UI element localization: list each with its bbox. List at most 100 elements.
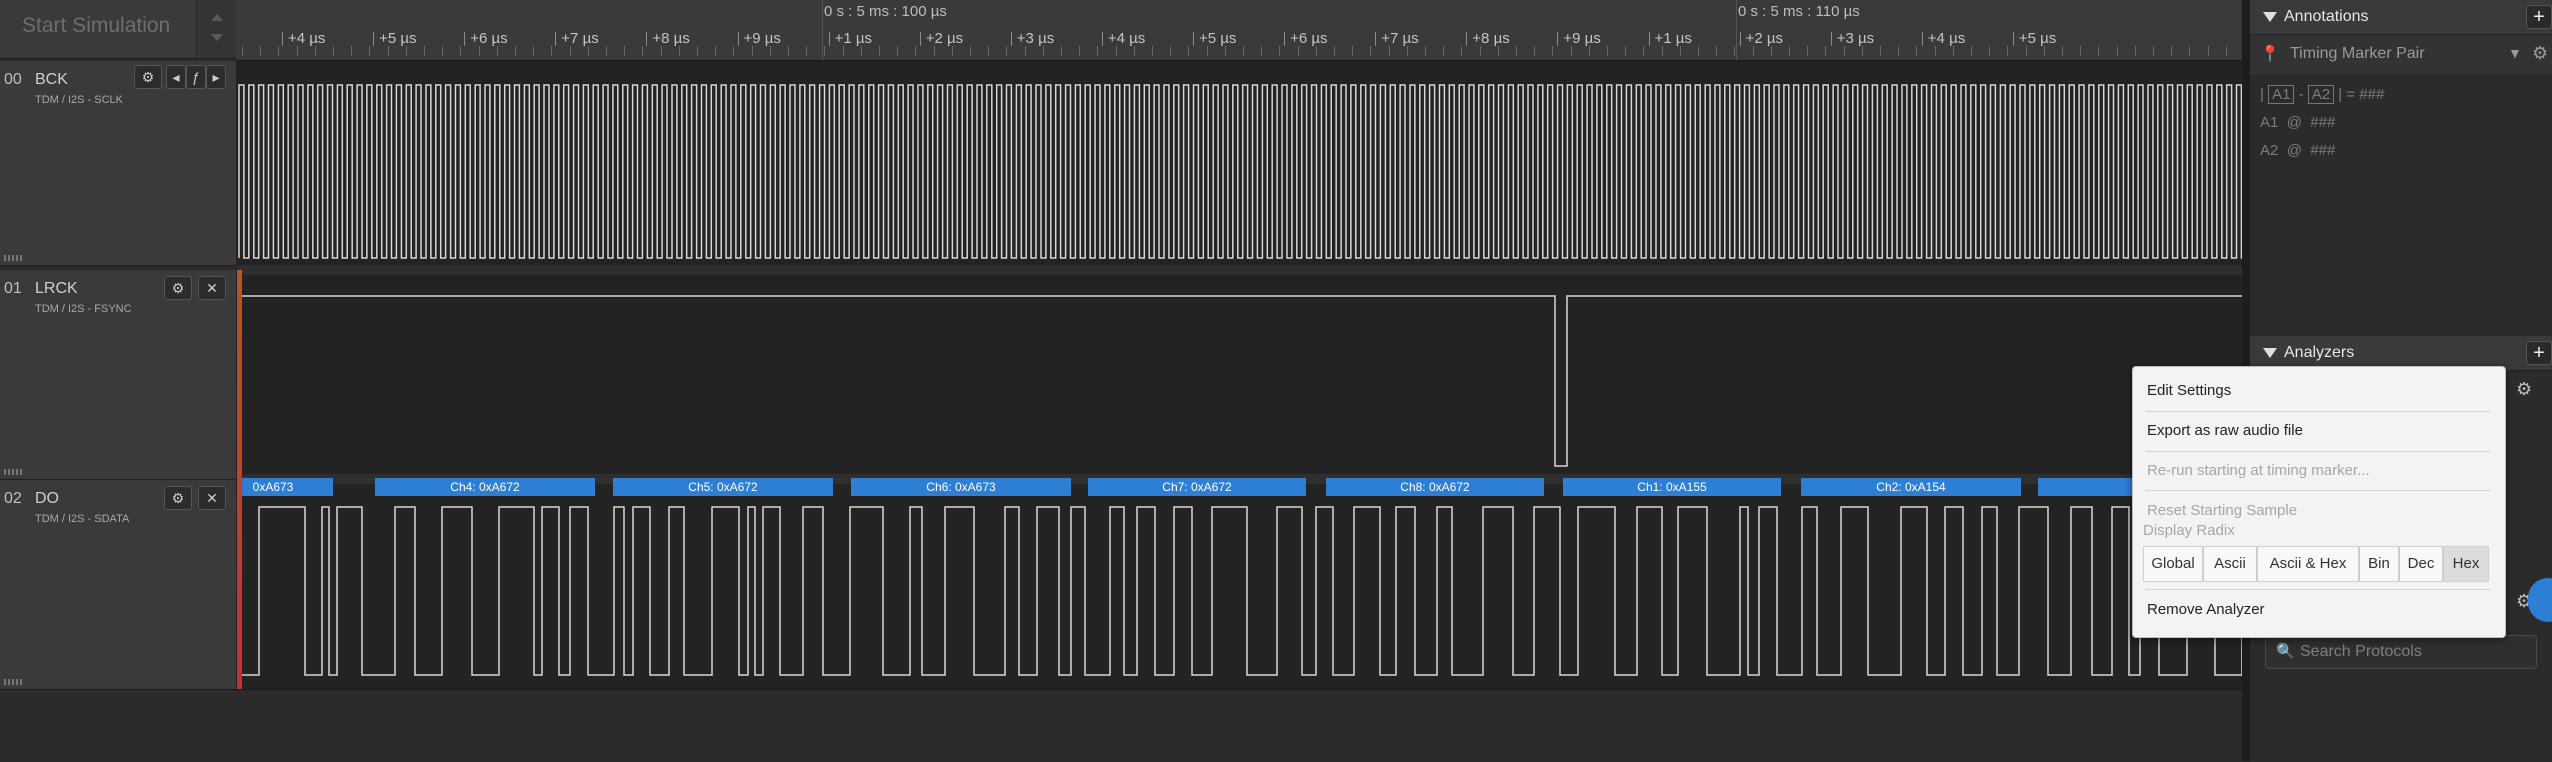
radix-bin-button[interactable]: Bin: [2359, 546, 2399, 582]
analyzer-frame[interactable]: Ch7: 0xA672: [1088, 478, 1306, 496]
add-analyzer-button[interactable]: +: [2526, 341, 2552, 365]
ruler-tick-label: +5 µs: [373, 30, 417, 47]
analyzer-frame[interactable]: Ch2: 0xA154: [1801, 478, 2021, 496]
dropdown-triangle-icon[interactable]: ▼: [2508, 45, 2522, 61]
ruler-tick-label: +8 µs: [1466, 30, 1510, 47]
annotations-header[interactable]: Annotations +: [2250, 0, 2552, 35]
a1-row: A1 @ ###: [2260, 114, 2335, 131]
analyzer-frame[interactable]: Ch6: 0xA673: [851, 478, 1071, 496]
radix-global-button[interactable]: Global: [2143, 546, 2203, 582]
search-placeholder: Search Protocols: [2300, 643, 2422, 660]
channel-header-lrck[interactable]: 01 LRCK TDM / I2S - FSYNC ⚙ ✕: [0, 270, 237, 480]
a2-row: A2 @ ###: [2260, 142, 2335, 159]
ruler-tick-label: +5 µs: [2012, 30, 2057, 47]
gear-icon[interactable]: ⚙: [2516, 379, 2532, 400]
menu-export-raw-audio[interactable]: Export as raw audio file: [2147, 422, 2303, 439]
channel-name: BCK: [35, 71, 68, 88]
collapse-triangle-icon[interactable]: [2263, 348, 2277, 358]
radix-ascii-hex-button[interactable]: Ascii & Hex: [2257, 546, 2359, 582]
ruler-tick-label: +4 µs: [1101, 30, 1146, 47]
analyzer-frame[interactable]: Ch5: 0xA672: [613, 478, 833, 496]
close-icon[interactable]: ✕: [198, 486, 226, 510]
display-radix-label: Display Radix: [2143, 522, 2235, 539]
menu-rerun-timing-marker: Re-run starting at timing marker...: [2147, 462, 2370, 479]
pin-icon: 📍: [2260, 46, 2280, 63]
drag-handle-icon[interactable]: [4, 255, 22, 261]
chevron-down-icon[interactable]: [211, 34, 223, 41]
a1-at: @: [2286, 114, 2302, 131]
bck-waveform: [238, 84, 2242, 259]
gear-icon[interactable]: ⚙: [2532, 43, 2548, 64]
channel-header-do[interactable]: 02 DO TDM / I2S - SDATA ⚙ ✕: [0, 480, 237, 690]
channel-number: 00: [4, 71, 22, 88]
waveform-canvas[interactable]: [237, 61, 2242, 689]
timing-marker-row[interactable]: 📍 Timing Marker Pair ▼ ⚙: [2250, 35, 2552, 76]
menu-remove-analyzer[interactable]: Remove Analyzer: [2147, 601, 2265, 618]
timing-cursor[interactable]: [237, 270, 242, 689]
chevron-up-icon[interactable]: [211, 14, 223, 21]
menu-edit-settings[interactable]: Edit Settings: [2147, 382, 2231, 399]
ruler-tick-label: +8 µs: [646, 30, 690, 47]
radix-dec-button[interactable]: Dec: [2399, 546, 2443, 582]
close-icon[interactable]: ✕: [198, 276, 226, 300]
collapse-triangle-icon[interactable]: [2263, 12, 2277, 22]
next-edge-icon[interactable]: ▸: [206, 65, 226, 89]
time-ruler[interactable]: 0 s : 5 ms : 100 µs 0 s : 5 ms : 110 µs …: [236, 0, 2242, 61]
gear-icon[interactable]: ⚙: [134, 65, 162, 89]
prev-edge-icon[interactable]: ◂: [166, 65, 186, 89]
drag-handle-icon[interactable]: [4, 469, 22, 475]
search-icon: 🔍: [2276, 643, 2295, 660]
formula-result: = ###: [2346, 86, 2385, 103]
marker-a2-badge: A2: [2307, 85, 2335, 104]
radix-ascii-button[interactable]: Ascii: [2203, 546, 2257, 582]
timing-marker-label: Timing Marker Pair: [2290, 45, 2425, 62]
a2-name: A2: [2260, 142, 2279, 159]
lrck-waveform: [239, 295, 2242, 467]
ruler-tick-label: +4 µs: [281, 30, 326, 47]
channel-number: 02: [4, 490, 22, 507]
analyzer-frames-row[interactable]: 0xA673 Ch4: 0xA672 Ch5: 0xA672 Ch6: 0xA673 C…: [237, 478, 2242, 498]
ruler-tick-label: +9 µs: [737, 30, 781, 47]
ruler-tick-label: +6 µs: [464, 30, 508, 47]
add-annotation-button[interactable]: +: [2526, 5, 2552, 29]
drag-handle-icon[interactable]: [4, 679, 22, 685]
ruler-time-label: 0 s : 5 ms : 110 µs: [1738, 3, 1860, 20]
search-protocols-input[interactable]: 🔍 Search Protocols: [2265, 635, 2537, 669]
ruler-tick-label: +1 µs: [828, 30, 873, 47]
menu-reset-starting-sample: Reset Starting Sample: [2147, 502, 2298, 519]
gear-icon[interactable]: ⚙: [164, 486, 192, 510]
marker-formula: | A1 - A2 | = ###: [2260, 85, 2385, 104]
radix-hex-button[interactable]: Hex: [2443, 546, 2489, 582]
ruler-tick-label: +4 µs: [1921, 30, 1966, 47]
waveform-area[interactable]: [237, 61, 2242, 689]
bottom-empty-area: [0, 689, 2242, 762]
channel-header-bck[interactable]: 00 BCK TDM / I2S - SCLK ⚙ ◂ ƒ ▸: [0, 61, 237, 266]
channel-name: DO: [35, 490, 59, 507]
ruler-tick-label: +2 µs: [919, 30, 964, 47]
start-simulation-button[interactable]: Start Simulation: [0, 0, 237, 59]
analyzers-title: Analyzers: [2284, 344, 2355, 361]
ruler-tick-label: +7 µs: [1375, 30, 1419, 47]
trigger-edge-icon[interactable]: ƒ: [186, 65, 206, 89]
ruler-tick-label: +3 µs: [1010, 30, 1055, 47]
analyzer-frame[interactable]: 0xA673: [237, 478, 333, 496]
analyzer-frame[interactable]: Ch8: 0xA672: [1326, 478, 1544, 496]
channel-name: LRCK: [35, 280, 78, 297]
marker-a1-badge: A1: [2268, 85, 2295, 104]
ruler-time-label: 0 s : 5 ms : 100 µs: [824, 3, 947, 20]
start-simulation-label: Start Simulation: [22, 14, 171, 37]
ruler-tick-label: +5 µs: [1192, 30, 1237, 47]
a1-value: ###: [2310, 114, 2336, 131]
channel-analyzer-label: TDM / I2S - FSYNC: [35, 303, 132, 315]
ruler-tick-label: +3 µs: [1830, 30, 1875, 47]
analyzer-context-menu: Edit Settings Export as raw audio file R…: [2132, 366, 2506, 638]
analyzer-frame[interactable]: Ch4: 0xA672: [375, 478, 595, 496]
gear-icon[interactable]: ⚙: [164, 276, 192, 300]
analyzer-frame[interactable]: Ch1: 0xA155: [1563, 478, 1781, 496]
a2-value: ###: [2310, 142, 2336, 159]
annotations-title: Annotations: [2284, 8, 2369, 25]
ruler-tick-label: +2 µs: [1739, 30, 1784, 47]
channel-separator: [237, 265, 2242, 275]
simulation-stepper[interactable]: [196, 0, 237, 58]
formula-separator: -: [2298, 86, 2304, 103]
